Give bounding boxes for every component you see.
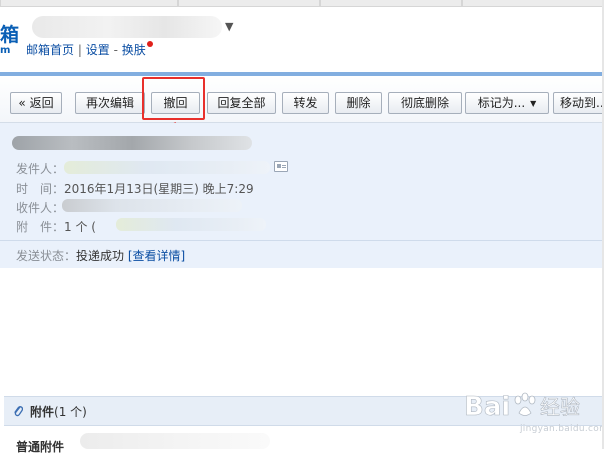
forward-button[interactable]: 转发 — [282, 92, 329, 114]
paperclip-icon — [14, 406, 23, 417]
delivery-status-row: 发送状态：投递成功 [查看详情] — [16, 247, 185, 264]
attachments-title: 附件(1 个) — [30, 403, 87, 420]
reply-all-button[interactable]: 回复全部 — [207, 92, 276, 114]
browser-tab[interactable] — [462, 0, 604, 7]
attachment-file-blurred — [80, 433, 270, 449]
browser-tab[interactable] — [178, 0, 320, 7]
attachments-count: (1 个) — [54, 405, 87, 419]
status-divider — [0, 240, 604, 241]
mark-as-label: 标记为... — [477, 96, 526, 110]
browser-tab[interactable] — [0, 0, 178, 7]
time-row: 时 间：2016年1月13日(星期三) 晚上7:29 — [16, 180, 254, 197]
mail-home-link[interactable]: 邮箱首页 — [26, 43, 74, 57]
sender-label: 发件人： — [16, 162, 65, 176]
recipient-label: 收件人： — [16, 201, 65, 215]
header-links: 邮箱首页 | 设置 - 换肤 — [26, 41, 153, 58]
attachment-row: 附 件：1 个 ( — [16, 218, 96, 235]
recipient-row: 收件人： — [16, 199, 64, 216]
contact-card-icon[interactable] — [274, 161, 288, 172]
mark-as-button[interactable]: 标记为... ▼ — [465, 92, 549, 114]
chevron-down-icon: ▼ — [530, 99, 537, 108]
annotation-highlight-box — [142, 77, 205, 120]
permanent-delete-button[interactable]: 彻底删除 — [388, 92, 462, 114]
link-separator: | — [77, 43, 82, 57]
normal-attachment-label: 普通附件 — [16, 440, 65, 454]
browser-tab[interactable] — [320, 0, 462, 7]
link-separator: - — [113, 43, 118, 57]
time-label: 时 间： — [16, 182, 65, 196]
watermark-brand: Bai — [464, 392, 510, 422]
mail-logo: 箱 — [0, 24, 20, 46]
attachment-value: 1 个 ( — [64, 220, 96, 234]
new-badge-dot-icon — [146, 41, 153, 47]
paw-icon — [514, 392, 536, 416]
settings-link[interactable]: 设置 — [86, 43, 110, 57]
re-edit-button[interactable]: 再次编辑 — [75, 92, 145, 114]
status-value: 投递成功 — [76, 249, 125, 263]
recipient-blurred — [62, 199, 242, 212]
sender-row: 发件人： — [16, 160, 64, 177]
delete-button[interactable]: 删除 — [335, 92, 382, 114]
attachment-name-blurred — [116, 218, 266, 231]
sender-blurred — [64, 161, 270, 174]
back-button[interactable]: « 返回 — [10, 92, 62, 114]
account-name-blurred — [32, 16, 222, 38]
skin-link[interactable]: 换肤 — [122, 43, 146, 57]
move-to-button[interactable]: 移动到... — [553, 92, 604, 114]
account-dropdown-icon[interactable]: ▼ — [225, 20, 233, 33]
status-label: 发送状态： — [16, 249, 77, 263]
attachments-title-text: 附件 — [30, 405, 55, 419]
mail-logo-sub: m — [0, 45, 11, 56]
view-details-link[interactable]: [查看详情] — [128, 249, 185, 263]
subject-blurred — [12, 136, 252, 150]
time-value: 2016年1月13日(星期三) 晚上7:29 — [64, 182, 254, 196]
watermark-brand-end: 经验 — [540, 395, 580, 419]
attachment-label: 附 件： — [16, 220, 65, 234]
watermark-url: jingyan.baidu.com — [520, 424, 604, 434]
